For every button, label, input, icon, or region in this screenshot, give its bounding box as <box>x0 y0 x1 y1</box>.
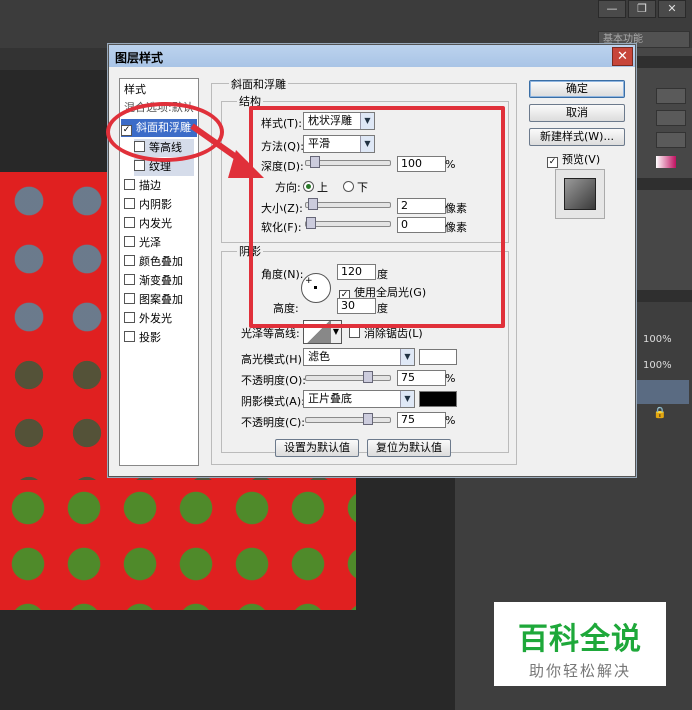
panel-header <box>636 178 692 190</box>
style-item-label: 投影 <box>139 331 161 344</box>
checkbox-icon[interactable] <box>134 160 145 171</box>
style-item-pattern-overlay[interactable]: 图案叠加 <box>124 291 183 309</box>
shadow-mode-label: 阴影模式(A): <box>241 395 305 408</box>
close-app-button[interactable]: ✕ <box>658 0 686 18</box>
style-item-label: 颜色叠加 <box>139 255 183 268</box>
make-default-button[interactable]: 设置为默认值 <box>275 439 359 457</box>
highlight-mode-select[interactable]: 滤色 ▼ <box>303 348 415 366</box>
shadow-opacity-slider[interactable] <box>305 413 391 425</box>
fill-readout[interactable]: 100% <box>643 360 672 371</box>
style-item-outer-glow[interactable]: 外发光 <box>124 310 172 328</box>
style-item-satin[interactable]: 光泽 <box>124 234 161 252</box>
chevron-down-icon: ▼ <box>400 391 414 407</box>
highlight-opacity-label: 不透明度(O): <box>241 374 306 387</box>
color-ramp[interactable] <box>656 156 676 168</box>
opacity-readout[interactable]: 100% <box>643 334 672 345</box>
highlight-opacity-unit: % <box>445 372 456 385</box>
style-item-drop-shadow[interactable]: 投影 <box>124 329 161 347</box>
antialias-label: 消除锯齿(L) <box>364 327 423 340</box>
style-item-stroke[interactable]: 描边 <box>124 177 161 195</box>
checkbox-icon[interactable] <box>124 217 135 228</box>
ok-button[interactable]: 确定 <box>529 80 625 98</box>
shadow-opacity-unit: % <box>445 414 456 427</box>
style-item-label: 描边 <box>139 179 161 192</box>
puzzle-canvas-sky <box>0 172 110 342</box>
highlight-opacity-input[interactable]: 75 <box>397 370 446 386</box>
bevel-emboss-title: 斜面和浮雕 <box>229 76 288 92</box>
style-item-inner-shadow[interactable]: 内阴影 <box>124 196 172 214</box>
panel-field[interactable] <box>656 88 686 104</box>
style-item-inner-glow[interactable]: 内发光 <box>124 215 172 233</box>
dialog-title: 图层样式 <box>115 51 164 65</box>
preview-label: 预览(V) <box>562 153 601 166</box>
style-item-gradient-overlay[interactable]: 渐变叠加 <box>124 272 183 290</box>
checkbox-icon[interactable] <box>124 331 135 342</box>
highlight-color-swatch[interactable] <box>419 349 457 365</box>
puzzle-canvas-grass <box>0 480 356 610</box>
style-item-label: 内发光 <box>139 217 172 230</box>
reset-default-button[interactable]: 复位为默认值 <box>367 439 451 457</box>
checkbox-icon[interactable] <box>124 179 135 190</box>
shadow-opacity-label: 不透明度(C): <box>241 416 305 429</box>
checkbox-icon[interactable] <box>124 312 135 323</box>
preview-swatch <box>564 178 596 210</box>
chevron-down-icon: ▼ <box>400 349 414 365</box>
watermark-logo: 百科全说 助你轻松解决 <box>494 602 666 686</box>
checkbox-icon[interactable] <box>124 198 135 209</box>
panel-field[interactable] <box>656 110 686 126</box>
dialog-title-bar[interactable] <box>109 45 635 67</box>
restore-button[interactable]: ❐ <box>628 0 656 18</box>
document-tab-strip <box>0 48 110 70</box>
highlight-mode-label: 高光模式(H): <box>241 353 306 366</box>
style-item-color-overlay[interactable]: 颜色叠加 <box>124 253 183 271</box>
style-item-label: 外发光 <box>139 312 172 325</box>
preview-checkbox[interactable]: ✓ 预览(V) <box>547 151 600 168</box>
style-item-label: 图案叠加 <box>139 293 183 306</box>
checkbox-icon[interactable] <box>124 255 135 266</box>
shadow-opacity-thumb[interactable] <box>363 413 373 425</box>
shadow-color-swatch[interactable] <box>419 391 457 407</box>
dialog-close-button[interactable]: ✕ <box>612 47 633 66</box>
panel-field[interactable] <box>656 132 686 148</box>
cancel-button[interactable]: 取消 <box>529 104 625 122</box>
window-controls: — ❐ ✕ <box>598 0 686 18</box>
highlight-mode-value: 滤色 <box>308 350 330 363</box>
styles-header[interactable]: 样式 <box>124 81 146 99</box>
watermark-subtitle: 助你轻松解决 <box>528 662 631 680</box>
checkbox-icon[interactable] <box>124 293 135 304</box>
shadow-mode-value: 正片叠底 <box>308 392 352 405</box>
shadow-mode-select[interactable]: 正片叠底 ▼ <box>303 390 415 408</box>
watermark-title: 百科全说 <box>518 622 642 657</box>
highlight-opacity-slider[interactable] <box>305 371 391 383</box>
style-item-label: 光泽 <box>139 236 161 249</box>
lock-icon: 🔒 <box>653 406 667 419</box>
checkbox-icon[interactable] <box>349 327 360 338</box>
shadow-opacity-input[interactable]: 75 <box>397 412 446 428</box>
app-title-bar <box>0 0 692 48</box>
panel-header <box>636 56 692 68</box>
checkbox-icon[interactable]: ✓ <box>547 157 558 168</box>
checkbox-icon[interactable] <box>124 274 135 285</box>
style-item-label: 渐变叠加 <box>139 274 183 287</box>
checkbox-icon[interactable] <box>124 236 135 247</box>
preview-thumbnail <box>555 169 605 219</box>
annotation-box <box>249 106 505 328</box>
new-style-button[interactable]: 新建样式(W)... <box>529 128 625 146</box>
minimize-button[interactable]: — <box>598 0 626 18</box>
highlight-opacity-thumb[interactable] <box>363 371 373 383</box>
style-item-label: 内阴影 <box>139 198 172 211</box>
